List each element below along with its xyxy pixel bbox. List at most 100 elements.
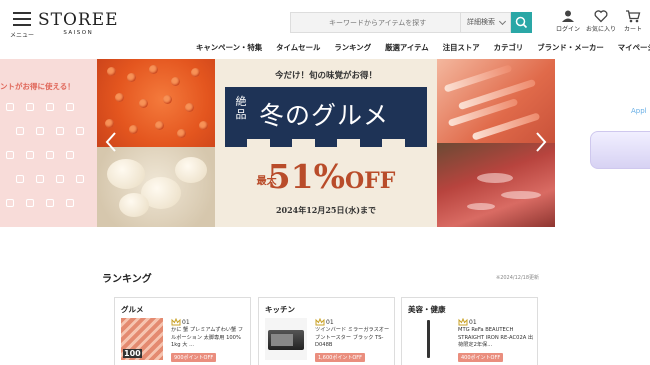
- ranking-category: グルメ: [121, 305, 144, 314]
- decorative-icon: [16, 127, 24, 135]
- search-icon: [515, 16, 528, 29]
- rank-number: 01: [469, 319, 477, 326]
- decorative-icon: [6, 151, 14, 159]
- scallop: [107, 159, 145, 189]
- main-banner[interactable]: 今だけ！旬の味覚がお得！ 絶品 冬のグルメ 最大51%OFF 2024年12月2…: [97, 59, 555, 227]
- deal-deadline: 2024年12月25日(水)まで: [275, 205, 377, 215]
- banner-tagline: 今だけ！旬の味覚がお得！: [274, 71, 377, 81]
- wagyu-image: [437, 143, 555, 227]
- roe-dot: [191, 68, 200, 77]
- search-input[interactable]: [290, 12, 460, 33]
- roe-dot: [115, 93, 124, 102]
- roe-dot: [139, 99, 148, 108]
- site-logo[interactable]: STOREE SAISON: [38, 11, 119, 36]
- thumbnail-label: 100: [123, 349, 142, 358]
- roe-dot: [171, 77, 180, 86]
- product-name[interactable]: かに 蟹 プレミアムずわい蟹 フルポーション 太脚専用 100% 1kg 大 .…: [171, 327, 247, 350]
- banner-badge: 絶品: [235, 95, 247, 121]
- roe-dot: [199, 121, 208, 130]
- noren-flap: [360, 137, 382, 147]
- hamburger-icon-bar: [13, 18, 31, 20]
- scallop: [175, 157, 207, 183]
- ranking-category: 美容・健康: [408, 305, 446, 314]
- favorites-button[interactable]: お気に入り: [586, 9, 616, 33]
- product-thumbnail[interactable]: [265, 318, 307, 360]
- login-button[interactable]: ログイン: [553, 9, 583, 33]
- rank-number: 01: [326, 319, 334, 326]
- roe-dot: [185, 103, 194, 112]
- deal-text: 最大51%OFF: [215, 157, 437, 196]
- hero-carousel: ントがお得に使える！ 今だけ！旬の味覚がお得！ 絶品 冬のグルメ 最大51%OF…: [0, 59, 650, 227]
- ranking-card-beauty[interactable]: 美容・健康 01 MTG ReFa BEAUTECH STRAIGHT IRON…: [401, 297, 538, 365]
- logo-main-text: STOREE: [38, 10, 119, 30]
- carousel-next-arrow[interactable]: [535, 131, 547, 153]
- crab-leg: [471, 112, 541, 141]
- global-nav: キャンペーン・特集 タイムセール ランキング 厳選アイテム 注目ストア カテゴリ…: [196, 42, 650, 54]
- decorative-icon: [66, 199, 74, 207]
- marbling: [501, 191, 541, 199]
- deal-percent: 51%: [267, 157, 345, 196]
- rank-number: 01: [182, 319, 190, 326]
- banner-center: 今だけ！旬の味覚がお得！ 絶品 冬のグルメ 最大51%OFF 2024年12月2…: [215, 59, 437, 227]
- noren-flap: [315, 137, 337, 147]
- detail-search-label: 詳細検索: [467, 18, 495, 26]
- prev-slide-text: ントがお得に使える！: [0, 82, 75, 91]
- user-icon: [562, 10, 574, 22]
- iron-shape: [427, 320, 430, 358]
- crown-icon: [458, 318, 468, 326]
- cart-button[interactable]: カート: [618, 9, 648, 33]
- crown-icon: [171, 318, 181, 326]
- product-name[interactable]: MTG ReFa BEAUTECH STRAIGHT IRON RE-AC02A…: [458, 327, 534, 350]
- noren-flap: [225, 137, 247, 147]
- nav-item-ranking[interactable]: ランキング: [334, 42, 371, 54]
- carousel-next-slide[interactable]: Appl: [555, 59, 650, 227]
- detail-search-select[interactable]: 詳細検索: [460, 12, 511, 33]
- product-name[interactable]: ツインバード ミラーガラスオーブントースター ブラック TS-D048B: [315, 327, 391, 350]
- nav-item-category[interactable]: カテゴリ: [494, 42, 524, 54]
- login-label: ログイン: [555, 26, 580, 33]
- carousel-prev-arrow[interactable]: [105, 131, 117, 153]
- next-slide-text: Appl: [631, 107, 647, 115]
- roe-dot: [155, 121, 164, 130]
- decorative-icon: [46, 199, 54, 207]
- decorative-icon: [66, 103, 74, 111]
- noren-flap: [405, 137, 427, 147]
- toaster-window: [271, 334, 293, 346]
- points-badge: 400ポイントOFF: [458, 353, 504, 362]
- crown-icon: [315, 318, 325, 326]
- product-thumbnail[interactable]: [408, 318, 450, 360]
- decorative-icon: [26, 103, 34, 111]
- nav-item-featured-stores[interactable]: 注目ストア: [443, 42, 480, 54]
- menu-label: メニュー: [9, 32, 34, 39]
- next-slide-product-image: [590, 131, 650, 169]
- nav-item-mypage[interactable]: マイページ: [618, 42, 650, 54]
- decorative-icon: [36, 127, 44, 135]
- heart-icon: [594, 10, 608, 23]
- ranking-card-kitchen[interactable]: キッチン 01 ツインバード ミラーガラスオーブントースター ブラック TS-D…: [258, 297, 395, 365]
- nav-item-campaign[interactable]: キャンペーン・特集: [196, 42, 262, 54]
- decorative-icon: [36, 175, 44, 183]
- hamburger-icon-bar: [13, 24, 31, 26]
- carousel-prev-slide[interactable]: ントがお得に使える！: [0, 59, 97, 227]
- nav-item-timesale[interactable]: タイムセール: [276, 42, 320, 54]
- cart-label: カート: [623, 26, 642, 33]
- decorative-icon: [66, 151, 74, 159]
- decorative-icon: [56, 175, 64, 183]
- ranking-category: キッチン: [265, 305, 295, 314]
- decorative-icon: [6, 199, 14, 207]
- product-thumbnail[interactable]: 100: [121, 318, 163, 360]
- decorative-icon: [26, 151, 34, 159]
- nav-item-brand[interactable]: ブランド・メーカー: [537, 42, 604, 54]
- chevron-down-icon: [498, 17, 507, 26]
- marbling: [477, 173, 513, 183]
- roe-dot: [163, 95, 172, 104]
- menu-button[interactable]: メニュー: [8, 12, 36, 39]
- decorative-icon: [76, 127, 84, 135]
- noren-flap: [270, 137, 292, 147]
- decorative-icon: [46, 151, 54, 159]
- nav-item-selected[interactable]: 厳選アイテム: [385, 42, 429, 54]
- ranking-title: ランキング: [102, 274, 152, 285]
- search-button[interactable]: [511, 12, 532, 33]
- ranking-card-gourmet[interactable]: グルメ 100 01 かに 蟹 プレミアムずわい蟹 フルポーション 太脚専用 1…: [114, 297, 251, 365]
- roe-dot: [107, 67, 116, 76]
